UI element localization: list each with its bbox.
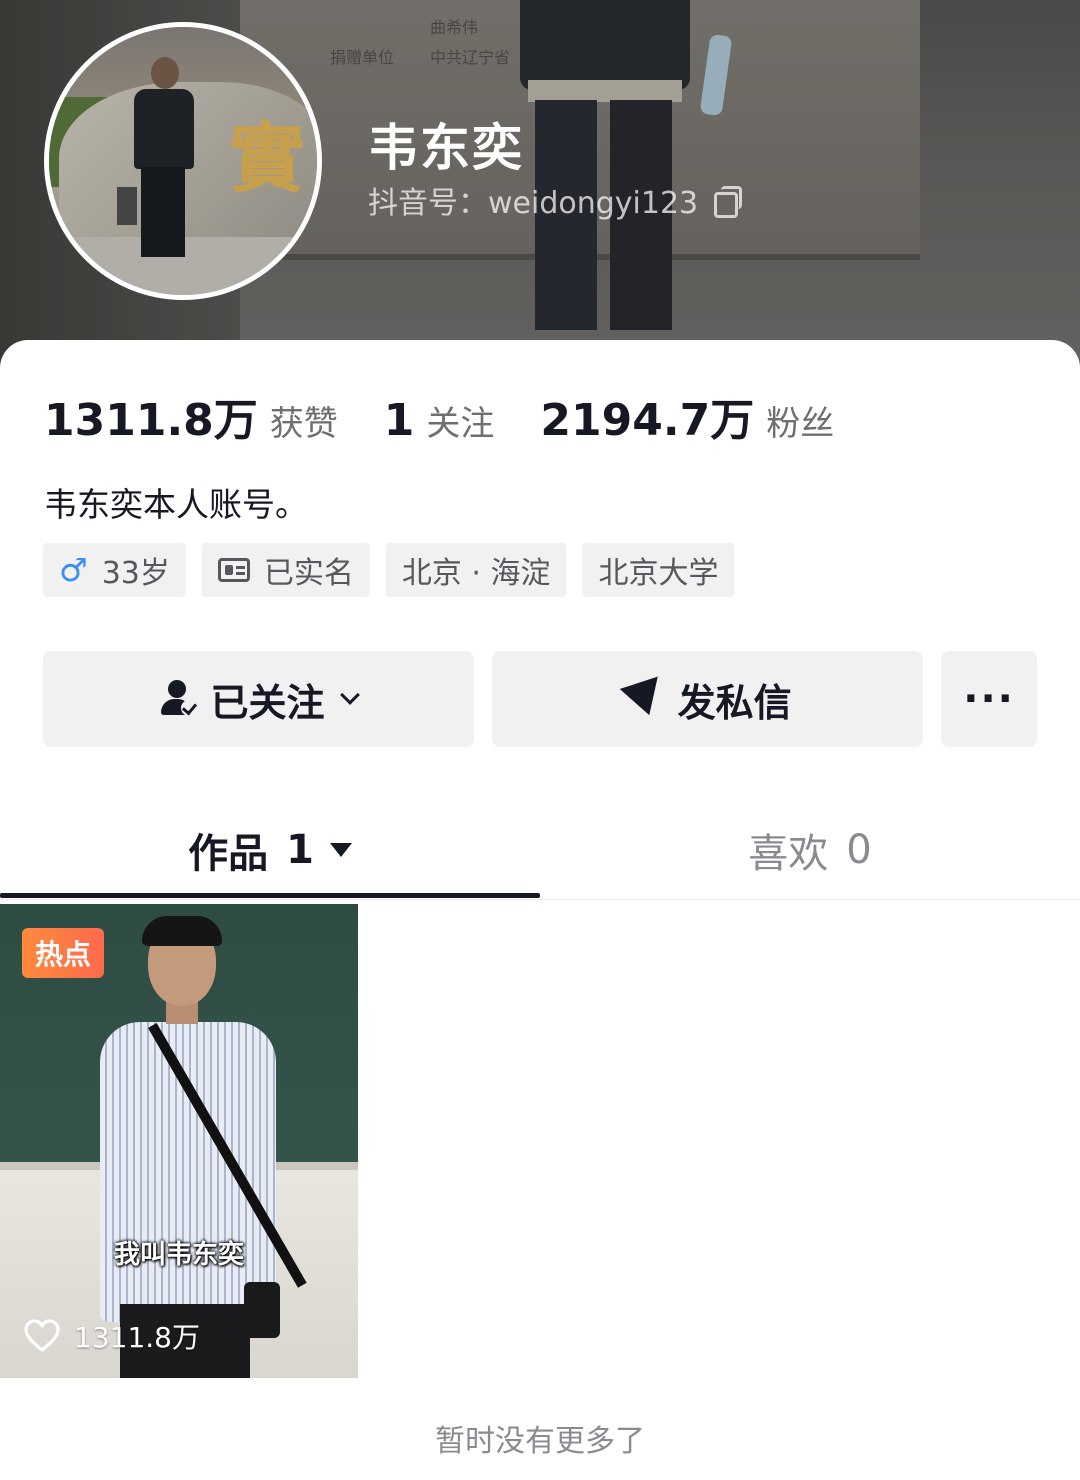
content-tabs: 作品 1 喜欢 0 [0,800,1080,900]
id-card-icon [217,558,250,582]
stat-followers[interactable]: 2194.7万 粉丝 [540,384,834,448]
video-likes: 1311.8万 [24,1316,200,1356]
stat-number: 1 [383,395,415,446]
tag-verified: 已实名 [201,543,370,597]
douyin-id[interactable]: 抖音号：weidongyi123 [368,178,743,222]
video-likes-count: 1311.8万 [74,1321,200,1354]
tag-age: ♂ 33岁 [43,543,186,597]
tab-works-count: 1 [286,827,314,873]
tag-age-text: 33岁 [101,556,170,591]
user-check-icon [160,680,197,718]
stats-row: 1311.8万 获赞 1 关注 2194.7万 粉丝 [44,384,834,448]
tag-verified-text: 已实名 [263,556,354,591]
stat-label: 关注 [426,404,495,444]
tab-likes-count: 0 [846,827,872,873]
hot-badge: 热点 [22,928,104,978]
tab-works[interactable]: 作品 1 [0,800,540,900]
male-icon: ♂ [59,551,88,589]
profile-sheet: 1311.8万 获赞 1 关注 2194.7万 粉丝 韦东奕本人账号。 ♂ 33… [0,340,1080,1480]
message-button[interactable]: 发私信 [492,651,924,747]
followed-label: 已关注 [210,680,325,725]
message-label: 发私信 [677,680,792,725]
stat-number: 1311.8万 [44,395,258,446]
action-buttons: 已关注 发私信 ··· [43,651,1037,747]
chevron-down-icon [339,685,360,705]
avatar[interactable]: 實 [44,22,322,300]
tag-school-text: 北京大学 [598,556,719,591]
video-caption: 我叫韦东奕 [113,1240,244,1270]
rock-inscription: 實 [229,114,305,203]
tab-works-label: 作品 [188,831,269,877]
copy-icon[interactable] [714,186,743,218]
profile-name: 韦东奕 [368,119,524,177]
end-of-list-text: 暂时没有更多了 [435,1424,645,1459]
tag-school[interactable]: 北京大学 [582,543,735,597]
tag-location-text: 北京 · 海淀 [401,556,551,591]
tab-likes-label: 喜欢 [748,831,829,877]
more-button[interactable]: ··· [941,651,1037,747]
stat-following[interactable]: 1 关注 [384,395,495,446]
stat-likes[interactable]: 1311.8万 获赞 [44,384,338,448]
douyin-id-text: 抖音号：weidongyi123 [368,186,699,221]
tag-location[interactable]: 北京 · 海淀 [385,543,567,597]
caret-down-icon[interactable] [329,843,352,857]
followed-button[interactable]: 已关注 [43,651,475,747]
video-thumbnail[interactable]: 热点 我叫韦东奕 1311.8万 [0,904,358,1378]
stat-label: 粉丝 [766,404,835,444]
more-icon: ··· [963,676,1015,722]
bio: 韦东奕本人账号。 [44,485,308,524]
stat-number: 2194.7万 [540,395,755,446]
heart-icon [24,1319,60,1352]
stat-label: 获赞 [269,404,338,444]
tab-likes[interactable]: 喜欢 0 [540,800,1080,900]
profile-tags: ♂ 33岁 已实名 北京 · 海淀 北京大学 [43,543,735,597]
send-icon [619,676,668,722]
tab-active-indicator [0,893,540,898]
